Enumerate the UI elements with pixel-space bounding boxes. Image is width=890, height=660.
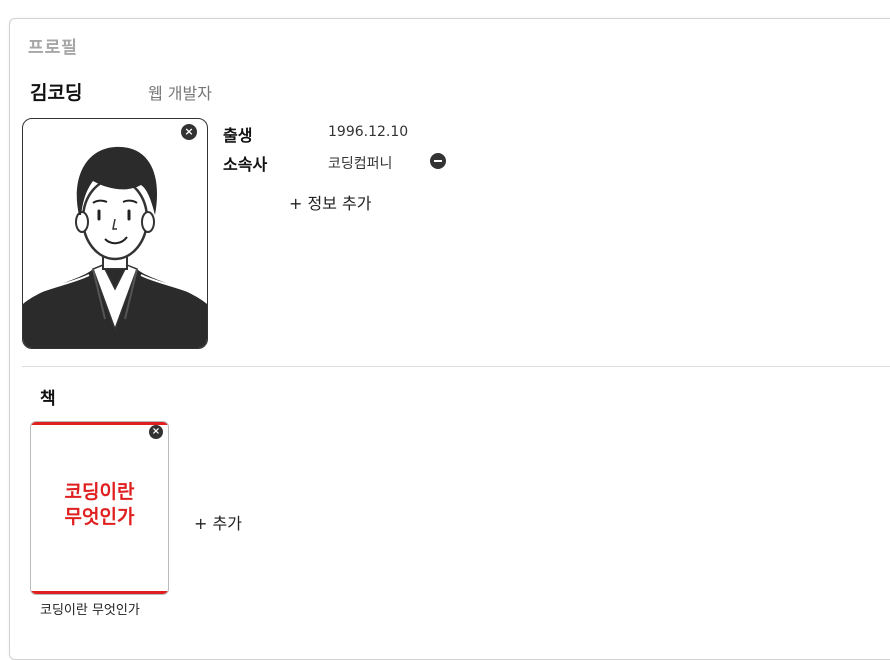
book-cover-title: 코딩이란 무엇인가 xyxy=(31,480,168,530)
section-divider xyxy=(22,366,890,367)
section-label-profile: 프로필 xyxy=(28,38,78,58)
profile-job: 웹 개발자 xyxy=(148,84,212,103)
info-value-agency: 코딩컴퍼니 xyxy=(328,156,393,172)
book-caption: 코딩이란 무엇인가 xyxy=(40,603,140,618)
book-cover-line: 무엇인가 xyxy=(64,506,135,528)
avatar-illustration xyxy=(23,146,207,348)
photo-remove-icon[interactable]: × xyxy=(181,124,197,140)
info-value-birth: 1996.12.10 xyxy=(328,124,409,140)
profile-photo xyxy=(22,118,208,349)
profile-name: 김코딩 xyxy=(30,82,83,104)
book-cover-line: 코딩이란 xyxy=(64,481,135,503)
book-cover[interactable]: 코딩이란 무엇인가 xyxy=(30,421,169,595)
info-key-birth: 출생 xyxy=(223,126,253,145)
add-info-button[interactable]: + 정보 추가 xyxy=(289,190,371,214)
book-remove-icon[interactable]: × xyxy=(149,425,163,439)
info-key-agency: 소속사 xyxy=(223,155,268,174)
remove-info-icon[interactable] xyxy=(430,153,446,169)
section-label-books: 책 xyxy=(40,389,56,409)
add-book-button[interactable]: + 추가 xyxy=(194,510,242,534)
